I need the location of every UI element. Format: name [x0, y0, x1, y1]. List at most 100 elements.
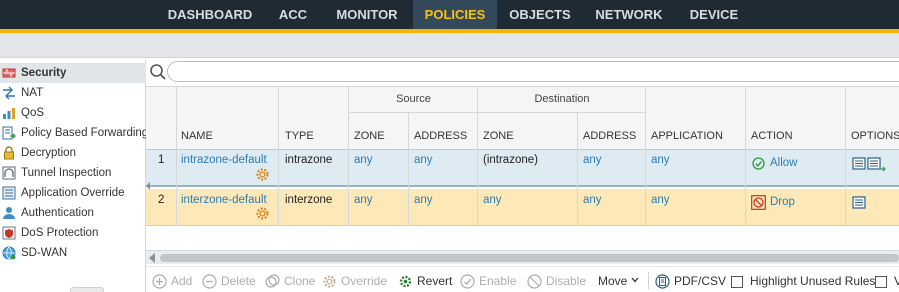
sidebar-item-app-override[interactable]: Application Override [0, 183, 146, 203]
tab-dashboard[interactable]: DASHBOARD [160, 0, 260, 29]
sidebar-item-label: NAT [21, 87, 44, 99]
destination-address[interactable]: any [583, 194, 602, 206]
tab-network[interactable]: NETWORK [585, 0, 673, 29]
column-divider [176, 86, 177, 226]
app-override-icon [2, 186, 16, 200]
sidebar-item-label: QoS [21, 107, 45, 119]
sidebar-item-pbf[interactable]: Policy Based Forwarding [0, 123, 149, 143]
source-zone[interactable]: any [354, 154, 373, 166]
sidebar-item-dos-protection[interactable]: DoS Protection [0, 223, 146, 243]
application[interactable]: any [651, 194, 670, 206]
sidebar-item-sd-wan[interactable]: SD-WAN [0, 243, 146, 263]
column-header-options[interactable]: OPTIONS [851, 130, 899, 142]
tab-monitor[interactable]: MONITOR [324, 0, 410, 29]
disable-icon [527, 274, 542, 289]
sidebar-item-label: Security [21, 67, 67, 79]
source-address[interactable]: any [414, 194, 433, 206]
clone-icon [265, 274, 280, 288]
column-header-destination-address[interactable]: ADDRESS [583, 130, 636, 142]
column-divider [845, 86, 846, 226]
sidebar-item-authentication[interactable]: Authentication [0, 203, 146, 223]
sdwan-globe-icon [2, 246, 16, 260]
destination-zone[interactable]: any [483, 194, 502, 206]
sidebar-item-label: SD-WAN [21, 247, 68, 259]
add-icon [152, 274, 167, 289]
override-gear-icon[interactable] [255, 167, 270, 182]
tab-acc[interactable]: ACC [266, 0, 320, 29]
tab-policies[interactable]: POLICIES [413, 0, 497, 29]
person-icon [3, 207, 15, 219]
sidebar-scroll-handle[interactable] [70, 287, 104, 292]
allow-check-icon [752, 157, 765, 170]
top-navigation: DASHBOARD ACC MONITOR POLICIES OBJECTS N… [0, 0, 899, 29]
column-header-type[interactable]: TYPE [285, 130, 314, 142]
sidebar-item-label: DoS Protection [21, 227, 99, 239]
security-rule-icon [2, 68, 16, 78]
application[interactable]: any [651, 154, 670, 166]
search-icon [150, 64, 166, 80]
rule-type: intrazone [285, 154, 333, 166]
action-drop[interactable]: Drop [770, 196, 795, 208]
column-divider [278, 86, 279, 226]
column-divider [477, 86, 478, 226]
action-allow[interactable]: Allow [770, 157, 797, 169]
sidebar-item-decryption[interactable]: Decryption [0, 143, 146, 163]
header-strip [0, 33, 899, 58]
search-input[interactable] [167, 61, 899, 82]
column-header-source-zone[interactable]: ZONE [354, 130, 385, 142]
column-divider [577, 113, 578, 226]
destination-zone: (intrazone) [483, 154, 538, 166]
rule-name-link[interactable]: intrazone-default [181, 154, 267, 166]
row-number: 2 [158, 194, 165, 206]
policy-sidebar: Security NAT QoS Policy Based Forwarding… [0, 59, 149, 292]
sidebar-item-label: Decryption [21, 147, 76, 159]
sidebar-item-label: Application Override [21, 187, 125, 199]
tab-objects[interactable]: OBJECTS [502, 0, 578, 29]
sidebar-item-nat[interactable]: NAT [0, 83, 146, 103]
lock-icon [4, 146, 14, 160]
sidebar-item-label: Policy Based Forwarding [21, 127, 149, 139]
column-divider [408, 113, 409, 226]
export-document-icon [655, 274, 670, 289]
horizontal-scrollbar[interactable] [146, 250, 899, 264]
highlight-unused-checkbox[interactable] [731, 276, 743, 288]
override-gear-icon [323, 275, 336, 288]
column-header-action[interactable]: ACTION [751, 130, 793, 142]
sidebar-item-qos[interactable]: QoS [0, 103, 146, 123]
rule-name-link[interactable]: interzone-default [181, 194, 267, 206]
column-divider [645, 86, 646, 226]
cut-off-checkbox[interactable] [875, 276, 887, 288]
column-header-destination-zone[interactable]: ZONE [483, 130, 514, 142]
qos-icon [3, 108, 15, 119]
resize-caret-icon[interactable] [146, 182, 150, 190]
column-header-application[interactable]: APPLICATION [651, 130, 723, 142]
sidebar-item-label: Authentication [21, 207, 94, 219]
tunnel-icon [2, 166, 16, 180]
column-divider [745, 86, 746, 226]
delete-icon [202, 274, 217, 289]
nat-arrow-icon [3, 86, 15, 100]
rule-options-icon[interactable] [852, 196, 866, 210]
column-group-destination: Destination [478, 86, 646, 113]
revert-gear-icon [399, 275, 412, 288]
column-header-name[interactable]: NAME [181, 130, 213, 142]
toolbar-separator [648, 272, 649, 289]
row-number: 1 [158, 154, 165, 166]
scroll-left-icon[interactable] [149, 253, 155, 263]
drop-deny-icon [751, 195, 766, 210]
source-address[interactable]: any [414, 154, 433, 166]
sidebar-item-tunnel-inspection[interactable]: Tunnel Inspection [0, 163, 146, 183]
bottom-toolbar: Add Delete Clone Override Revert Enable … [146, 266, 899, 292]
rule-options-icon[interactable] [852, 156, 886, 172]
tab-device[interactable]: DEVICE [680, 0, 748, 29]
chevron-down-icon [631, 277, 639, 283]
column-header-source-address[interactable]: ADDRESS [414, 130, 467, 142]
column-group-source: Source [349, 86, 478, 113]
enable-check-icon [460, 274, 475, 289]
sidebar-item-security[interactable]: Security [0, 63, 146, 83]
override-gear-icon[interactable] [255, 206, 270, 221]
destination-address[interactable]: any [583, 154, 602, 166]
source-zone[interactable]: any [354, 194, 373, 206]
sidebar-item-label: Tunnel Inspection [21, 167, 112, 179]
scroll-thumb[interactable] [160, 254, 899, 262]
